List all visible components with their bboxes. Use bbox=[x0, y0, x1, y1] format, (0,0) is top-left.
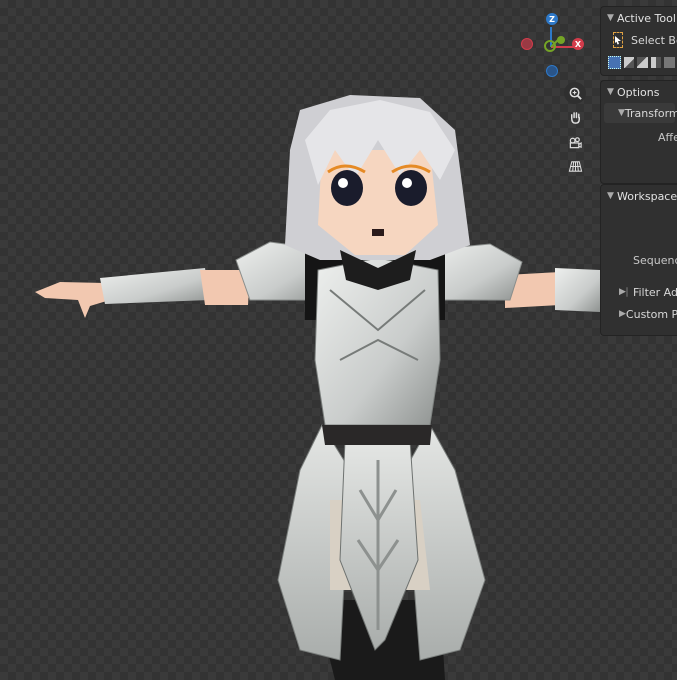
chevron-right-icon: ▶ bbox=[619, 287, 626, 297]
select-box-tool-icon bbox=[613, 32, 623, 48]
transform-subheader[interactable]: ▼ Transform bbox=[604, 103, 677, 123]
mode-invert-icon[interactable] bbox=[650, 56, 662, 68]
affect-only-row: Affe bbox=[601, 126, 677, 148]
gizmo-x-axis[interactable]: X bbox=[572, 38, 584, 50]
gizmo-z-axis[interactable]: Z bbox=[546, 13, 558, 25]
filter-addons-label: Filter Ad bbox=[632, 285, 677, 299]
grid-perspective-icon bbox=[568, 160, 582, 172]
camera-view-button[interactable] bbox=[564, 131, 586, 153]
camera-icon bbox=[569, 136, 582, 148]
active-tool-label: Select Bo bbox=[631, 33, 677, 47]
filter-addons-row[interactable]: ▶ Filter Ad bbox=[601, 281, 677, 303]
3d-viewport[interactable]: Z X bbox=[0, 0, 677, 680]
gizmo-neg-x-axis[interactable] bbox=[521, 38, 533, 50]
gizmo-y-axis[interactable] bbox=[544, 40, 556, 52]
zoom-button[interactable] bbox=[564, 82, 586, 104]
chevron-down-icon: ▼ bbox=[607, 87, 614, 97]
active-tool-header[interactable]: ▼ Active Tool bbox=[601, 7, 677, 29]
workspace-header[interactable]: ▼ Workspace bbox=[601, 185, 677, 207]
custom-props-label: Custom Pro bbox=[625, 307, 677, 321]
affect-only-label: Affe bbox=[658, 130, 677, 144]
options-panel: ▼ Options ▼ Transform Affe bbox=[600, 80, 677, 184]
sequencer-label: Sequencer bbox=[633, 253, 677, 267]
mode-extend-icon[interactable] bbox=[623, 56, 635, 68]
mode-intersect-icon[interactable] bbox=[664, 56, 675, 68]
pan-button[interactable] bbox=[564, 106, 586, 128]
chevron-right-icon: ▶ bbox=[619, 309, 626, 319]
filter-addons-checkbox[interactable] bbox=[625, 287, 628, 297]
workspace-panel: ▼ Workspace Sequencer ▶ Filter Ad ▶ Cust… bbox=[600, 184, 677, 336]
hand-pan-icon bbox=[570, 111, 580, 124]
custom-props-row[interactable]: ▶ Custom Pro bbox=[601, 303, 677, 325]
sequencer-row: Sequencer bbox=[601, 249, 677, 271]
zoom-icon bbox=[569, 87, 582, 100]
gizmo-neg-y-axis[interactable] bbox=[557, 36, 565, 44]
active-tool-row[interactable]: Select Bo bbox=[601, 29, 677, 51]
chevron-down-icon: ▼ bbox=[607, 191, 614, 201]
perspective-toggle-button[interactable] bbox=[564, 155, 586, 177]
navigation-gizmo[interactable]: Z X bbox=[515, 10, 590, 85]
options-header[interactable]: ▼ Options bbox=[601, 81, 677, 103]
mode-subtract-icon[interactable] bbox=[637, 56, 648, 68]
gizmo-neg-z-axis[interactable] bbox=[546, 65, 558, 77]
chevron-down-icon: ▼ bbox=[607, 13, 614, 23]
active-tool-panel: ▼ Active Tool Select Bo bbox=[600, 6, 677, 76]
mode-set-icon[interactable] bbox=[608, 55, 621, 69]
chevron-down-icon: ▼ bbox=[618, 108, 625, 118]
selection-mode-row bbox=[601, 51, 677, 73]
